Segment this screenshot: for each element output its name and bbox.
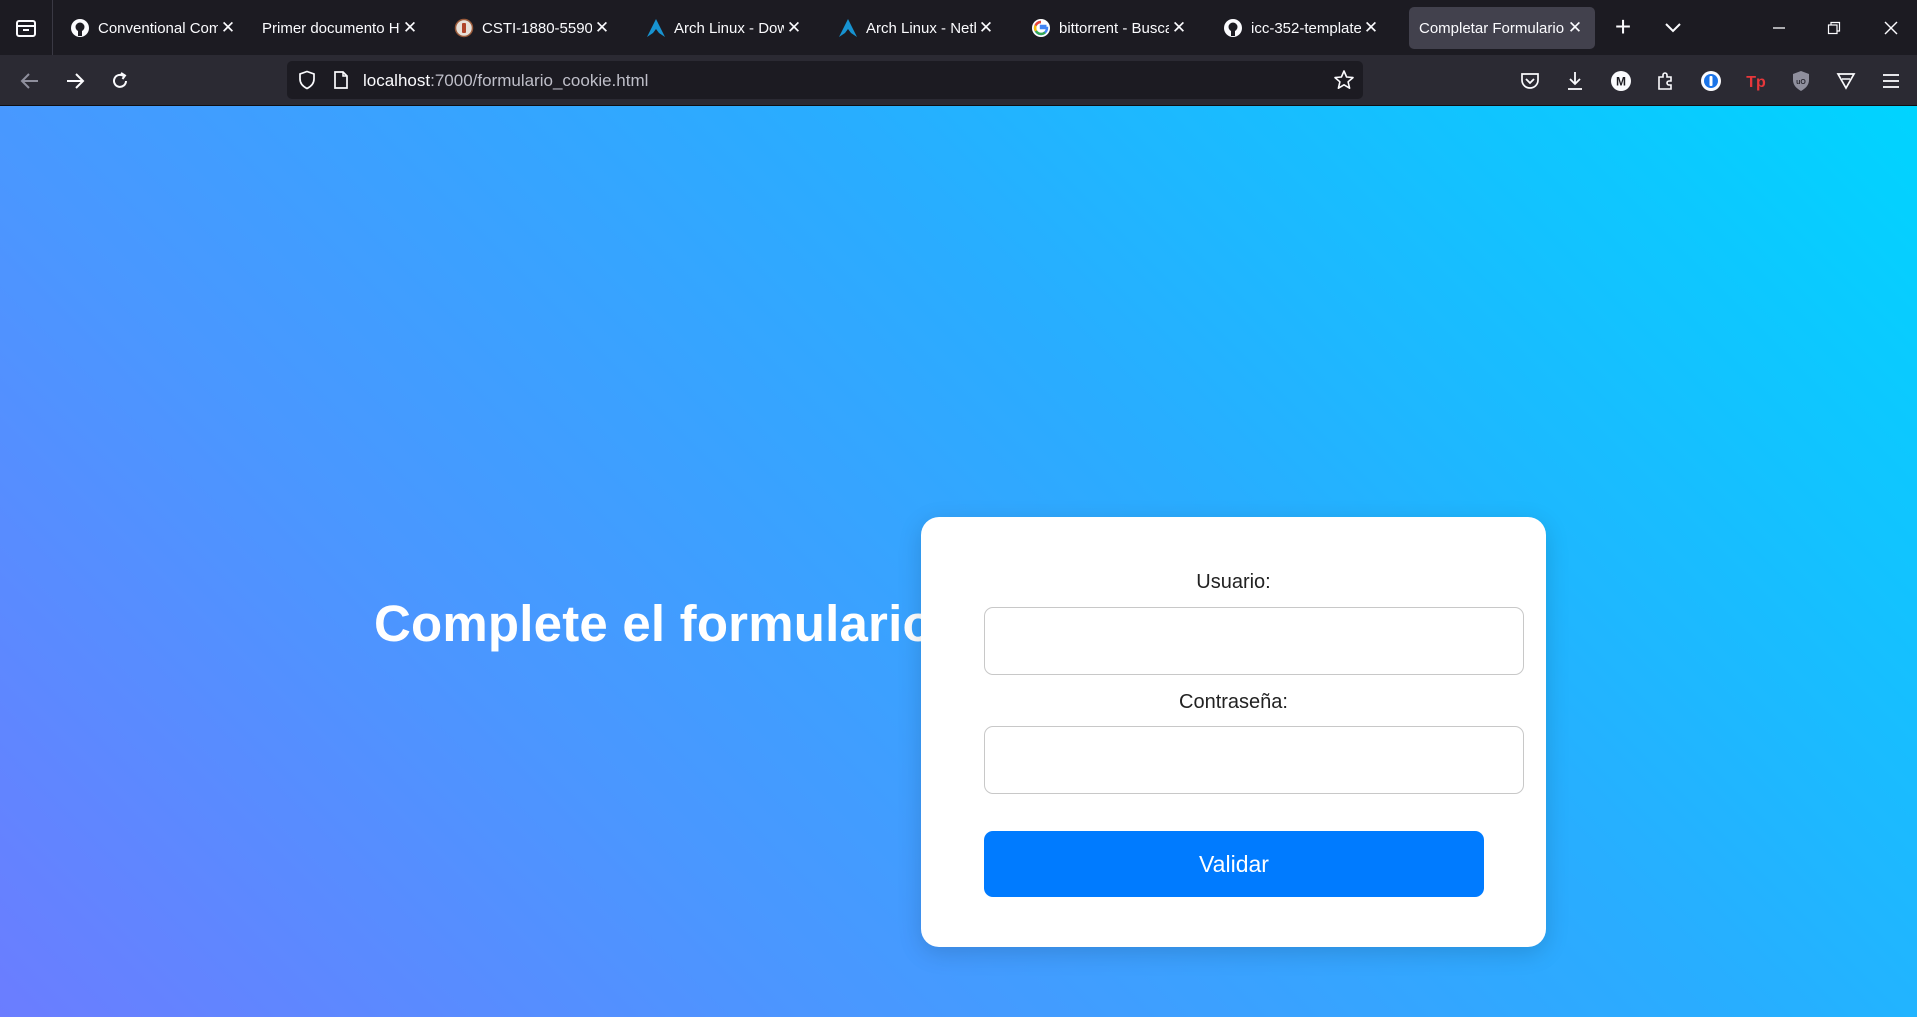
minimize-button[interactable]	[1750, 0, 1808, 55]
close-tab-icon[interactable]: ✕	[1169, 18, 1189, 38]
svg-text:M: M	[1616, 75, 1626, 89]
svg-text:uO: uO	[1796, 79, 1806, 86]
github-icon	[1223, 18, 1243, 38]
login-form-card: Usuario: Contraseña: Validar	[921, 517, 1546, 947]
close-window-button[interactable]	[1862, 0, 1917, 55]
password-label: Contraseña:	[1179, 691, 1288, 713]
close-tab-icon[interactable]: ✕	[784, 18, 804, 38]
close-tab-icon[interactable]: ✕	[592, 18, 612, 38]
password-input[interactable]	[984, 726, 1524, 794]
list-all-tabs-button[interactable]	[1656, 14, 1690, 42]
downloads-button[interactable]	[1560, 66, 1590, 96]
arrow-left-icon	[20, 73, 38, 89]
tab-conventional-commits[interactable]: Conventional Com ✕	[60, 7, 248, 49]
tp-extension[interactable]: Tp	[1741, 66, 1771, 96]
close-icon	[1884, 21, 1898, 34]
restore-icon	[1827, 21, 1841, 34]
bookmark-star-icon[interactable]	[1333, 69, 1355, 96]
password-manager-icon	[1701, 71, 1721, 91]
tab-title: Primer documento HTM	[262, 19, 400, 37]
tab-title: Arch Linux - Netbo	[866, 19, 976, 37]
url-text[interactable]: localhost:7000/formulario_cookie.html	[363, 71, 648, 91]
user-input[interactable]	[984, 607, 1524, 675]
close-tab-icon[interactable]: ✕	[400, 18, 420, 38]
download-icon	[1568, 72, 1582, 90]
google-icon	[1031, 18, 1051, 38]
page-info-icon[interactable]	[332, 70, 350, 95]
plus-icon: +	[1614, 11, 1632, 42]
firefox-view-button[interactable]	[0, 0, 53, 55]
tab-title: CSTI-1880-5590: A	[482, 19, 592, 37]
arch-linux-icon	[646, 18, 666, 38]
close-tab-icon[interactable]: ✕	[218, 18, 238, 38]
account-m-icon: M	[1611, 71, 1631, 91]
tab-completar-formulario[interactable]: Completar Formulario ✕	[1409, 7, 1595, 49]
arrow-right-icon	[67, 73, 85, 89]
url-path: :7000/formulario_cookie.html	[430, 71, 649, 90]
chevron-down-icon	[1665, 23, 1681, 33]
tab-csti[interactable]: CSTI-1880-5590: A ✕	[444, 7, 622, 49]
address-bar[interactable]: localhost:7000/formulario_cookie.html	[287, 61, 1363, 99]
puzzle-icon	[1658, 72, 1672, 90]
tab-strip: Conventional Com ✕ Primer documento HTM …	[0, 0, 1917, 55]
tab-title: Completar Formulario	[1419, 19, 1565, 37]
tracking-protection-shield-icon[interactable]	[297, 70, 317, 95]
tab-google-search[interactable]: bittorrent - Buscar ✕	[1021, 7, 1199, 49]
forward-button[interactable]	[58, 64, 92, 98]
page-viewport: Complete el formulario Usuario: Contrase…	[0, 106, 1917, 1017]
tab-icc-352-template[interactable]: icc-352-template/ ✕	[1213, 7, 1391, 49]
back-button[interactable]	[13, 64, 47, 98]
extension-triangle-button[interactable]	[1831, 66, 1861, 96]
ublock-extension[interactable]: uO	[1786, 66, 1816, 96]
close-tab-icon[interactable]: ✕	[1361, 18, 1381, 38]
new-tab-button[interactable]: +	[1605, 13, 1641, 41]
reload-icon	[113, 72, 127, 88]
restore-button[interactable]	[1805, 0, 1863, 55]
validate-button[interactable]: Validar	[984, 831, 1484, 897]
tp-icon: Tp	[1746, 74, 1766, 91]
close-tab-icon[interactable]: ✕	[1565, 18, 1585, 38]
tab-arch-linux-download[interactable]: Arch Linux - Down ✕	[636, 7, 814, 49]
tab-title: icc-352-template/	[1251, 19, 1361, 37]
account-button[interactable]: M	[1606, 66, 1636, 96]
hamburger-menu-icon	[1883, 74, 1899, 88]
tab-title: Conventional Com	[98, 19, 218, 37]
user-label: Usuario:	[1196, 571, 1271, 593]
url-host: localhost	[363, 71, 431, 90]
tab-title: bittorrent - Buscar	[1059, 19, 1169, 37]
tab-primer-documento[interactable]: Primer documento HTM ✕	[252, 7, 430, 49]
ublock-shield-icon: uO	[1793, 71, 1809, 91]
site-favicon-icon	[454, 18, 474, 38]
page-heading: Complete el formulario	[374, 595, 934, 652]
close-tab-icon[interactable]: ✕	[976, 18, 996, 38]
github-icon	[70, 18, 90, 38]
svg-text:Tp: Tp	[1746, 74, 1766, 91]
tab-arch-linux-netboot[interactable]: Arch Linux - Netbo ✕	[828, 7, 1006, 49]
reload-button[interactable]	[103, 64, 137, 98]
app-menu-button[interactable]	[1876, 66, 1906, 96]
minimize-icon	[1773, 26, 1785, 29]
pocket-icon	[1521, 73, 1539, 89]
pocket-button[interactable]	[1515, 66, 1545, 96]
extensions-button[interactable]	[1650, 66, 1680, 96]
navigation-toolbar: localhost:7000/formulario_cookie.html M …	[0, 55, 1917, 106]
triangle-extension-icon	[1836, 73, 1856, 90]
tab-title: Arch Linux - Down	[674, 19, 784, 37]
firefox-view-icon	[16, 19, 36, 37]
arch-linux-icon	[838, 18, 858, 38]
password-manager-extension[interactable]	[1696, 66, 1726, 96]
